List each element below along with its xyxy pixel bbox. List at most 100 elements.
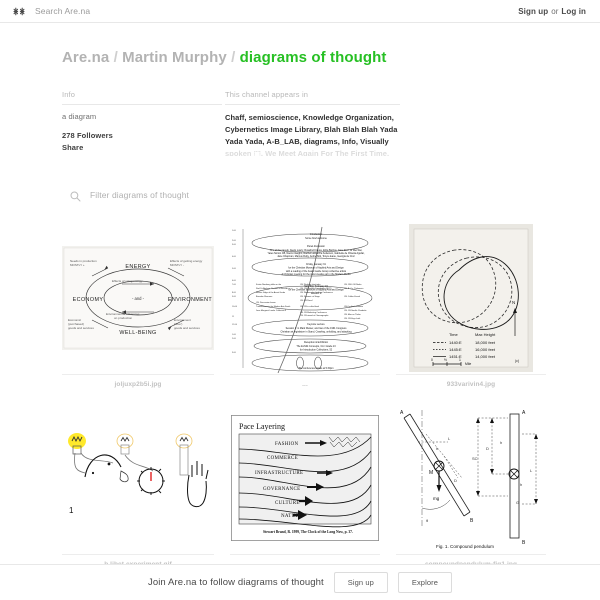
svg-text:CB: Wednesday Looking Conferen: CB: Wednesday Looking Conference: [300, 292, 334, 294]
grid-item[interactable]: N Time Max Height 1440:E 18,000 feet 1445…: [396, 222, 546, 402]
followers-count[interactable]: 278 Followers: [62, 130, 222, 142]
svg-text:Keynote Lecture: Keynote Lecture: [307, 323, 325, 326]
share-link[interactable]: Share: [62, 142, 222, 154]
signup-footer: Join Are.na to follow diagrams of though…: [0, 564, 600, 600]
svg-text:Reception & Exhibition: Reception & Exhibition: [304, 341, 329, 344]
block-caption[interactable]: 933varivin4.jpg: [396, 374, 546, 402]
grid-item[interactable]: 1 b.libet.experiment.gif: [62, 402, 214, 582]
appears-in-line-3[interactable]: Yada Yada, A-B_LAB, diagrams, Info, Visu…: [225, 136, 400, 148]
grid-item[interactable]: 1:00 2:00 3:00 4:00 5:00 6:00 7:00 8:00 9:0…: [230, 222, 380, 402]
svg-text:CB: CB aimed at Choreographic: CB: CB aimed at Choreographic: [300, 314, 329, 317]
svg-text:16,000 feet: 16,000 feet: [475, 347, 496, 352]
svg-text:goods and services: goods and services: [68, 326, 94, 330]
svg-text:Effects of using energy: Effects of using energy: [112, 279, 143, 283]
block-caption[interactable]: joljuxp2b5i.jpg: [62, 374, 214, 402]
block-thumbnail-energy-diagram[interactable]: ENERGY ECONOMY ENVIRONMENT WELL-BEING - …: [62, 222, 214, 374]
svg-text:h: h: [520, 482, 522, 487]
svg-text:CB: CB is called level: CB: CB is called level: [300, 306, 320, 308]
footer-prompt-text: Join Are.na to follow diagrams of though…: [147, 577, 324, 588]
blocks-grid: ENERGY ECONOMY ENVIRONMENT WELL-BEING - …: [62, 222, 546, 582]
svg-text:CB:Cynthia Lavendar: CB:Cynthia Lavendar: [344, 305, 363, 308]
svg-text:A Christian meeting for the mo: A Christian meeting for the most creativ…: [282, 273, 352, 276]
svg-text:WELL-BEING: WELL-BEING: [119, 330, 156, 336]
footer-explore-button[interactable]: Explore: [397, 572, 452, 593]
svg-text:Rod S. Adalwyn, Division of Fi: Rod S. Adalwyn, Division of Fine Art in …: [256, 287, 293, 290]
login-link[interactable]: Log in: [561, 7, 586, 16]
svg-text:(c): (c): [515, 359, 519, 363]
breadcrumb-separator-2: /: [231, 49, 236, 66]
svg-text:CB: CB Thinking Foundation (19: CB: CB Thinking Foundation (1977): [300, 287, 332, 290]
breadcrumb: Are.na / Martin Murphy / diagrams of tho…: [62, 23, 538, 66]
block-thumbnail-schedule-ellipses[interactable]: 1:00 2:00 3:00 4:00 5:00 6:00 7:00 8:00 9:0…: [230, 222, 380, 374]
svg-text:12:00: 12:00: [232, 324, 238, 326]
compass-north-label: N: [512, 300, 515, 305]
block-thumbnail-flight-path-map[interactable]: N Time Max Height 1440:E 18,000 feet 1445…: [396, 222, 546, 374]
block-thumbnail-pace-layering[interactable]: Pace Layering FASHION COMMERCE INFRASTRU…: [230, 402, 380, 554]
block-thumbnail-compound-pendulum[interactable]: A B M mg L h D θ A B SC D h L h G Fig. 1…: [396, 402, 546, 554]
global-search-input[interactable]: Search Are.na: [35, 6, 90, 16]
pace-layering-source: Stewart Brand, R. 1999, The Clock of the…: [263, 530, 353, 534]
svg-text:Mile: Mile: [465, 362, 471, 366]
channel-stats: 278 Followers Share: [62, 130, 222, 153]
svg-text:18,000 feet: 18,000 feet: [475, 340, 496, 345]
svg-text:0: 0: [431, 358, 433, 362]
filter-bar[interactable]: Filter diagrams of thought: [62, 189, 538, 202]
appears-in-line-4[interactable]: spoken ⬚, We Meet Again For The First Ti…: [225, 148, 400, 156]
svg-text:ENVIRONMENT: ENVIRONMENT: [168, 297, 213, 303]
block-thumbnail-libet-experiment[interactable]: 1: [62, 402, 214, 554]
legend-header-height: Max Height: [475, 332, 496, 337]
svg-text:CB: Discussion house: CB: Discussion house: [256, 302, 276, 304]
svg-text:M: M: [429, 470, 433, 476]
arena-asterisk-logo-icon[interactable]: [12, 6, 26, 17]
svg-text:Christian art legislature in S: Christian art legislature in Stand, Craw…: [280, 331, 352, 334]
signup-link[interactable]: Sign up: [518, 7, 548, 16]
svg-text:D: D: [486, 446, 489, 451]
block-caption[interactable]: ...: [230, 374, 380, 402]
svg-text:CB: Marcus Thaler: CB: Marcus Thaler: [344, 314, 361, 316]
svg-text:1: 1: [459, 358, 461, 362]
info-column: Info a diagram 278 Followers Share: [62, 90, 222, 156]
svg-text:G: G: [516, 500, 519, 505]
auth-links: Sign up or Log in: [518, 7, 588, 16]
svg-text:h: h: [436, 446, 438, 451]
grid-item[interactable]: A B M mg L h D θ A B SC D h L h G Fig. 1…: [396, 402, 546, 582]
svg-text:MOSTLY -: MOSTLY -: [170, 263, 184, 267]
svg-text:ECONOMY: ECONOMY: [73, 297, 104, 303]
svg-text:Introduction: Introduction: [310, 233, 323, 236]
grid-item[interactable]: Pace Layering FASHION COMMERCE INFRASTRU…: [230, 402, 380, 582]
breadcrumb-channel[interactable]: diagrams of thought: [240, 49, 387, 66]
appears-in-column: This channel appears in Chaff, semioscie…: [225, 90, 400, 156]
svg-text:CULTURE: CULTURE: [275, 501, 300, 506]
svg-text:h: h: [500, 440, 502, 445]
grid-item[interactable]: ENERGY ECONOMY ENVIRONMENT WELL-BEING - …: [62, 222, 214, 402]
svg-text:CB: Caffee Kernal: CB: Caffee Kernal: [344, 296, 361, 298]
svg-text:- and -: - and -: [132, 296, 145, 301]
pace-layering-title: Pace Layering: [239, 422, 285, 431]
svg-text:on production: on production: [114, 316, 133, 320]
svg-text:14,000 feet: 14,000 feet: [475, 354, 496, 359]
breadcrumb-separator-1: /: [113, 49, 118, 66]
svg-text:SC: SC: [472, 456, 478, 461]
svg-text:CB: CB Marketing Conference: CB: CB Marketing Conference: [300, 311, 328, 314]
svg-text:for Introduction Collections,: for Introduction Collections, 52: [300, 349, 333, 352]
svg-text:CB: B: Co: Thidomain: CB: B: Co: Thidomain: [344, 288, 363, 290]
svg-text:CB: CB Keys Intel.: CB: CB Keys Intel.: [344, 317, 361, 320]
footer-signup-button[interactable]: Sign up: [333, 572, 388, 593]
appears-in-line-2[interactable]: Cybernetics Image Library, Blah Blah Bla…: [225, 124, 400, 136]
legend-header-time: Time: [449, 332, 459, 337]
breadcrumb-user[interactable]: Martin Murphy: [122, 49, 227, 66]
breadcrumb-site[interactable]: Are.na: [62, 49, 109, 66]
svg-text:Panel discussion: Panel discussion: [307, 245, 326, 248]
search-icon: [70, 189, 81, 202]
figure-number-label: 1: [69, 506, 74, 515]
svg-text:Transference in the Modern Art: Transference in the Modern Arts South: [256, 305, 290, 308]
svg-text:CB: Dynamic at Stage: CB: Dynamic at Stage: [300, 295, 321, 298]
svg-text:COMMERCE: COMMERCE: [267, 456, 298, 461]
appears-in-line-1[interactable]: Chaff, semioscience, Knowledge Organizat…: [225, 112, 400, 124]
svg-text:ENERGY: ENERGY: [125, 264, 150, 270]
svg-text:D: D: [454, 478, 457, 483]
svg-text:INFRASTRUCTURE: INFRASTRUCTURE: [255, 471, 303, 476]
filter-input[interactable]: Filter diagrams of thought: [90, 190, 189, 200]
svg-text:The conference closes at 5:30p: The conference closes at 5:30pm: [298, 367, 333, 370]
svg-text:goods and services: goods and services: [174, 326, 200, 330]
